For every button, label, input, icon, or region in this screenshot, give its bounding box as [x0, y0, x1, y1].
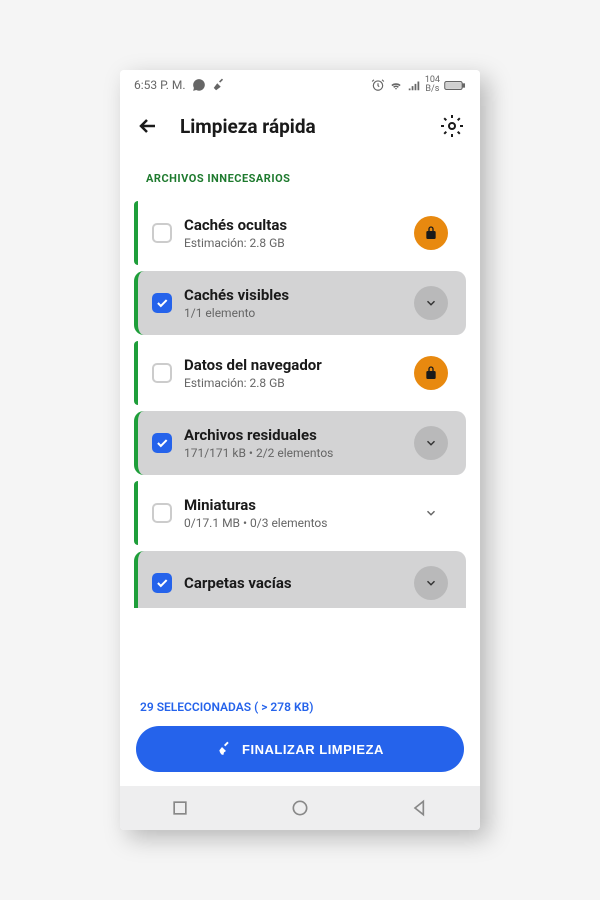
expand-button[interactable] [414, 286, 448, 320]
status-time: 6:53 P. M. [134, 78, 186, 92]
list-item[interactable]: Cachés visibles 1/1 elemento [134, 271, 466, 335]
list-item[interactable]: Archivos residuales 171/171 kB • 2/2 ele… [134, 411, 466, 475]
signal-icon [407, 78, 421, 92]
settings-button[interactable] [440, 114, 464, 138]
item-subtitle: 0/17.1 MB • 0/3 elementos [184, 516, 402, 530]
system-nav-bar [120, 786, 480, 830]
list-item[interactable]: Carpetas vacías [134, 551, 466, 608]
lock-badge[interactable] [414, 356, 448, 390]
status-left: 6:53 P. M. [134, 78, 226, 92]
item-text: Carpetas vacías [184, 574, 402, 592]
checkbox-unchecked[interactable] [152, 503, 172, 523]
item-title: Datos del navegador [184, 356, 402, 374]
lock-badge[interactable] [414, 216, 448, 250]
checkbox-checked[interactable] [152, 433, 172, 453]
square-icon [170, 798, 190, 818]
list-item[interactable]: Datos del navegador Estimación: 2.8 GB [134, 341, 466, 405]
broom-icon [212, 78, 226, 92]
lock-icon [423, 365, 439, 381]
finish-clean-button[interactable]: FINALIZAR LIMPIEZA [136, 726, 464, 772]
alarm-icon [371, 78, 385, 92]
app-header: Limpieza rápida [120, 100, 480, 152]
item-subtitle: 1/1 elemento [184, 306, 402, 320]
status-right: 104 B/s [371, 76, 466, 94]
content-area: ARCHIVOS INNECESARIOS Cachés ocultas Est… [120, 152, 480, 688]
expand-button[interactable] [414, 426, 448, 460]
whatsapp-icon [192, 78, 206, 92]
circle-icon [290, 798, 310, 818]
status-bar: 6:53 P. M. 104 B/s [120, 70, 480, 100]
expand-button[interactable] [414, 496, 448, 530]
nav-recent-button[interactable] [170, 798, 190, 818]
chevron-down-icon [424, 296, 438, 310]
list-item[interactable]: Miniaturas 0/17.1 MB • 0/3 elementos [134, 481, 466, 545]
nav-home-button[interactable] [290, 798, 310, 818]
item-title: Cachés visibles [184, 286, 402, 304]
item-title: Miniaturas [184, 496, 402, 514]
item-title: Carpetas vacías [184, 574, 402, 592]
checkbox-unchecked[interactable] [152, 363, 172, 383]
broom-icon [216, 741, 232, 757]
list-item[interactable]: Cachés ocultas Estimación: 2.8 GB [134, 201, 466, 265]
item-text: Cachés visibles 1/1 elemento [184, 286, 402, 320]
back-button[interactable] [136, 114, 160, 138]
item-text: Datos del navegador Estimación: 2.8 GB [184, 356, 402, 390]
chevron-down-icon [424, 506, 438, 520]
checkbox-checked[interactable] [152, 573, 172, 593]
section-header: ARCHIVOS INNECESARIOS [120, 152, 480, 195]
arrow-left-icon [136, 114, 160, 138]
phone-frame: 6:53 P. M. 104 B/s [120, 70, 480, 830]
item-subtitle: 171/171 kB • 2/2 elementos [184, 446, 402, 460]
status-speed: 104 B/s [425, 76, 440, 94]
item-text: Cachés ocultas Estimación: 2.8 GB [184, 216, 402, 250]
check-icon [155, 436, 169, 450]
selection-summary: 29 SELECCIONADAS ( > 278 KB) [136, 700, 464, 714]
checkbox-unchecked[interactable] [152, 223, 172, 243]
chevron-down-icon [424, 576, 438, 590]
item-title: Archivos residuales [184, 426, 402, 444]
wifi-icon [389, 78, 403, 92]
item-subtitle: Estimación: 2.8 GB [184, 376, 402, 390]
check-icon [155, 576, 169, 590]
gear-icon [440, 114, 464, 138]
item-text: Archivos residuales 171/171 kB • 2/2 ele… [184, 426, 402, 460]
checkbox-checked[interactable] [152, 293, 172, 313]
triangle-left-icon [410, 798, 430, 818]
finish-button-label: FINALIZAR LIMPIEZA [242, 742, 384, 757]
nav-back-button[interactable] [410, 798, 430, 818]
item-title: Cachés ocultas [184, 216, 402, 234]
bottom-bar: 29 SELECCIONADAS ( > 278 KB) FINALIZAR L… [120, 688, 480, 786]
page-title: Limpieza rápida [180, 115, 420, 138]
chevron-down-icon [424, 436, 438, 450]
item-subtitle: Estimación: 2.8 GB [184, 236, 402, 250]
item-text: Miniaturas 0/17.1 MB • 0/3 elementos [184, 496, 402, 530]
lock-icon [423, 225, 439, 241]
battery-icon [444, 78, 466, 92]
check-icon [155, 296, 169, 310]
expand-button[interactable] [414, 566, 448, 600]
